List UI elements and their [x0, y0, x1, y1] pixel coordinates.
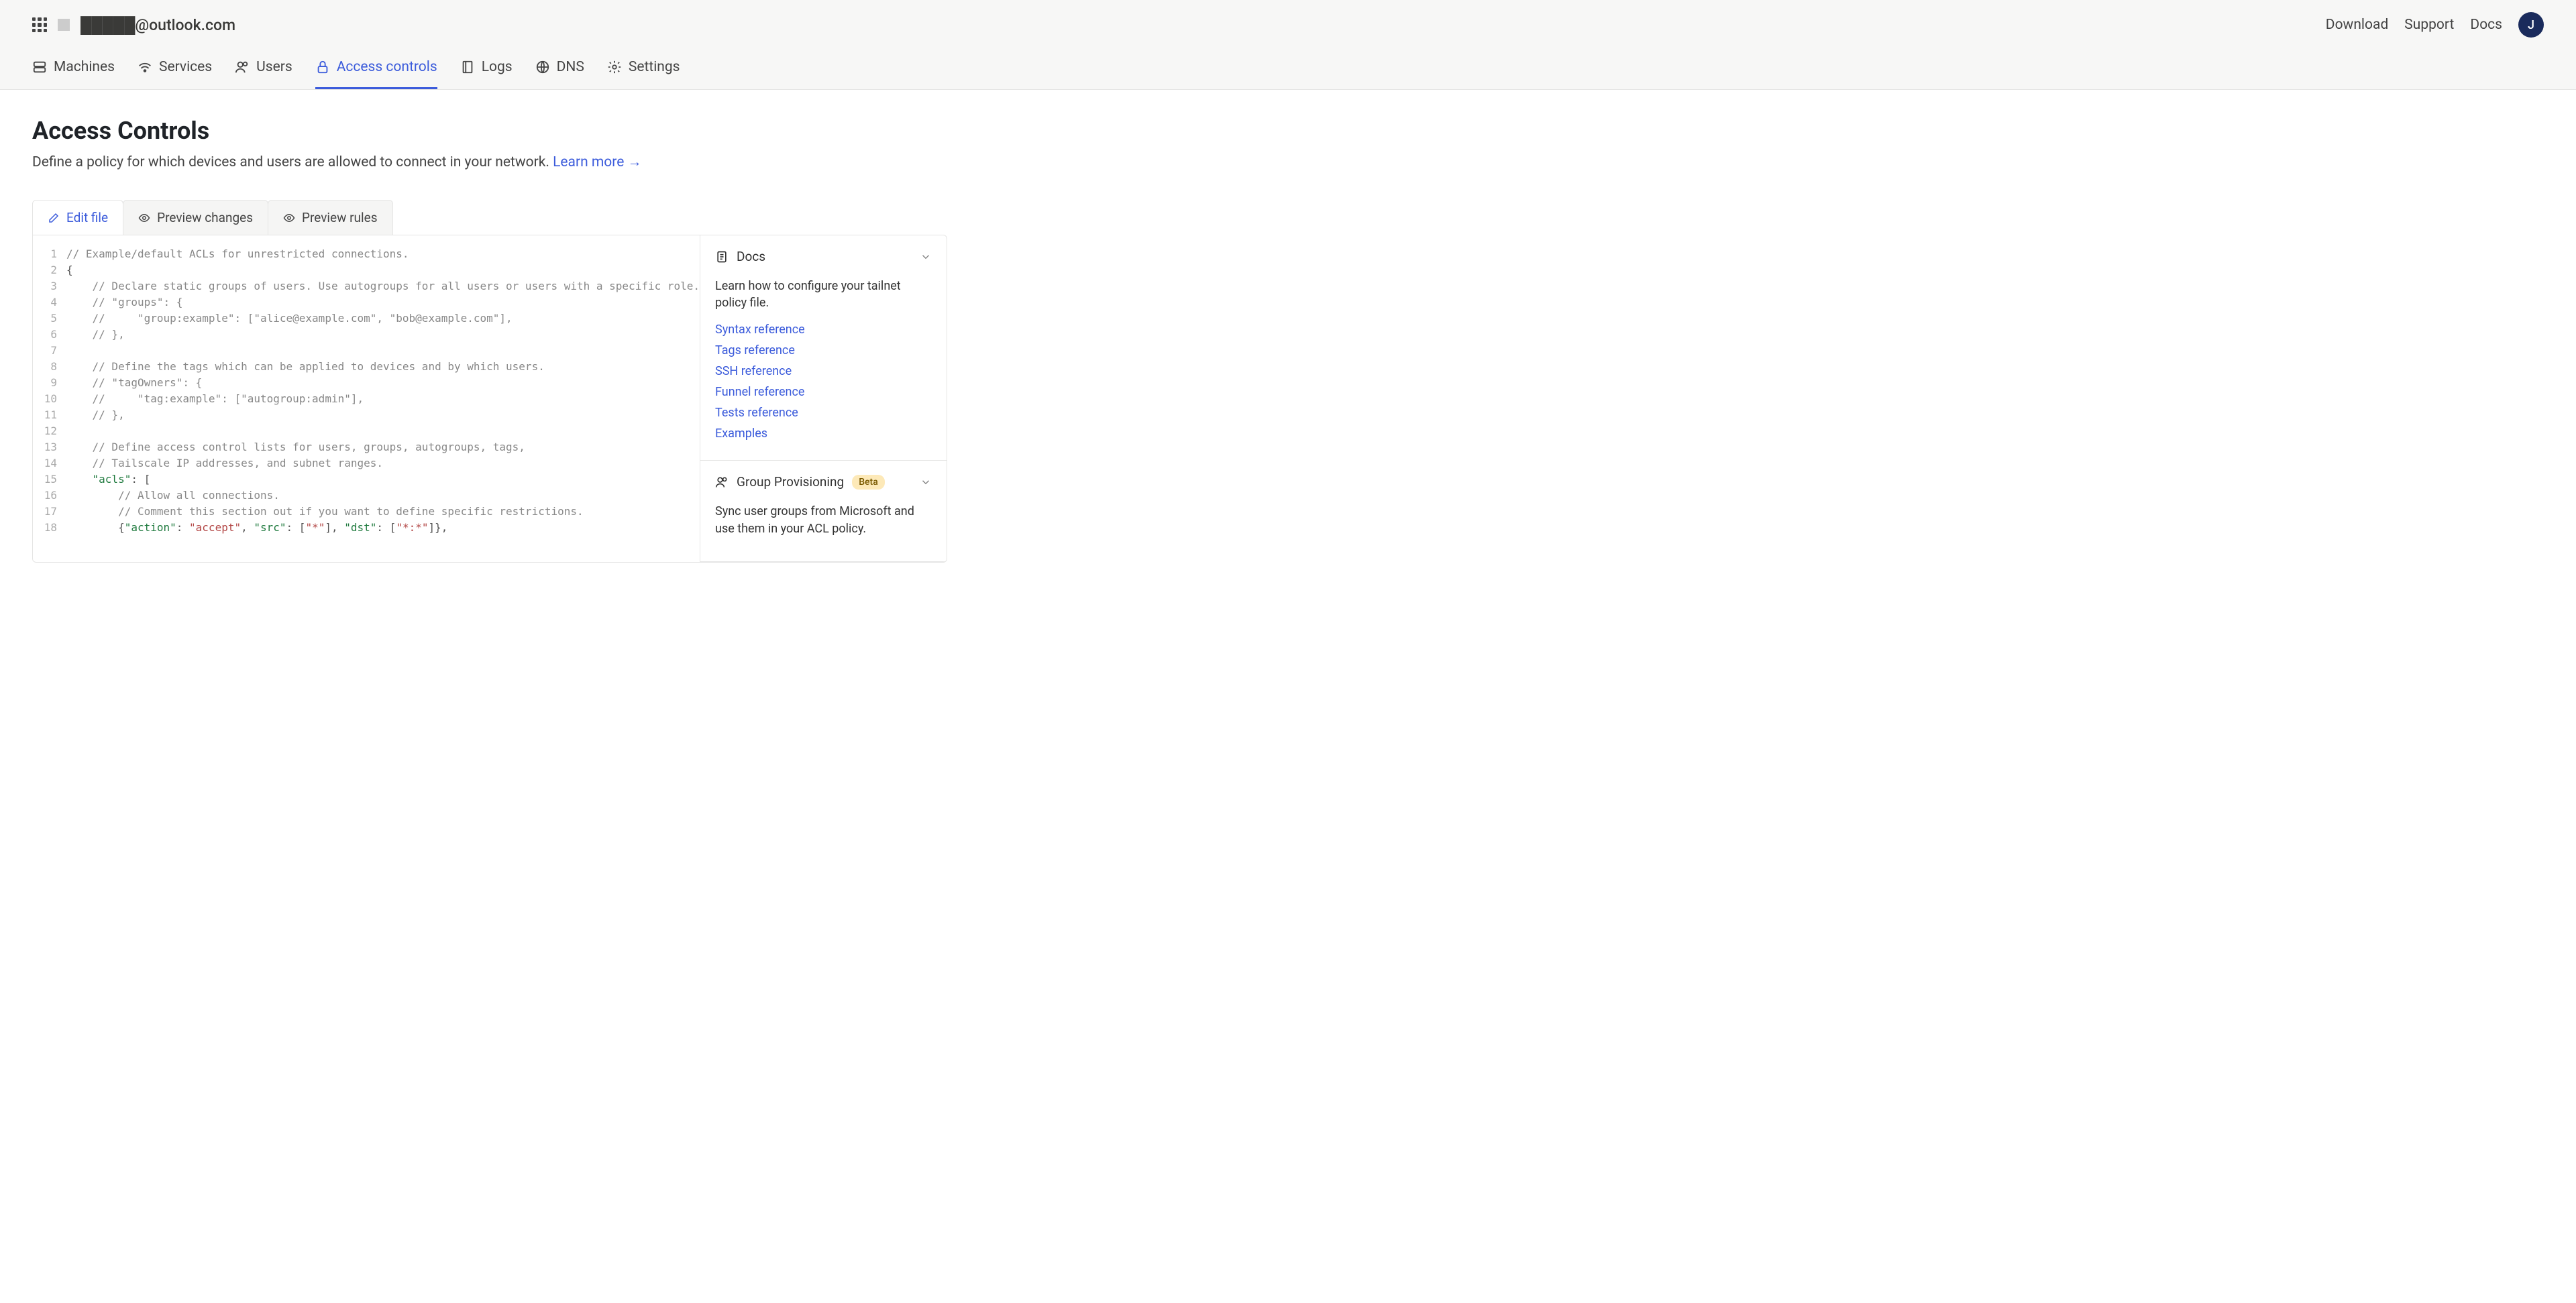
file-icon — [715, 250, 729, 264]
code-line[interactable]: 14 // Tailscale IP addresses, and subnet… — [33, 455, 700, 471]
tab-label: Edit file — [66, 210, 108, 225]
link-examples[interactable]: Examples — [715, 424, 932, 443]
nav-label: Machines — [54, 59, 115, 75]
book-icon — [460, 60, 475, 74]
nav-users[interactable]: Users — [235, 59, 292, 89]
avatar[interactable]: J — [2518, 12, 2544, 38]
nav-services[interactable]: Services — [138, 59, 212, 89]
code-line[interactable]: 13 // Define access control lists for us… — [33, 439, 700, 455]
tab-edit-file[interactable]: Edit file — [32, 200, 123, 235]
globe-icon — [535, 60, 550, 74]
tab-preview-changes[interactable]: Preview changes — [123, 200, 268, 235]
gear-icon — [607, 60, 622, 74]
link-tests-reference[interactable]: Tests reference — [715, 404, 932, 422]
code-line[interactable]: 11 // }, — [33, 407, 700, 423]
page-title: Access Controls — [32, 117, 947, 145]
nav-label: DNS — [557, 59, 584, 75]
nav-label: Access controls — [337, 59, 437, 75]
sidebar-section-title: Docs — [737, 249, 765, 264]
learn-more-link[interactable]: Learn more → — [553, 154, 641, 170]
code-line[interactable]: 16 // Allow all connections. — [33, 488, 700, 504]
apps-menu-icon[interactable] — [32, 17, 47, 32]
nav-dns[interactable]: DNS — [535, 59, 584, 89]
lock-icon — [315, 60, 330, 74]
code-line[interactable]: 2{ — [33, 262, 700, 278]
code-line[interactable]: 1// Example/default ACLs for unrestricte… — [33, 246, 700, 262]
docs-link[interactable]: Docs — [2470, 17, 2502, 33]
download-link[interactable]: Download — [2326, 17, 2389, 33]
eye-icon — [283, 212, 295, 224]
sidebar-docs-blurb: Learn how to configure your tailnet poli… — [715, 278, 932, 311]
nav-label: Settings — [629, 59, 680, 75]
nav-logs[interactable]: Logs — [460, 59, 513, 89]
code-line[interactable]: 10 // "tag:example": ["autogroup:admin"]… — [33, 391, 700, 407]
nav-access-controls[interactable]: Access controls — [315, 59, 437, 89]
org-name[interactable]: █████@outlook.com — [80, 16, 235, 34]
server-icon — [32, 60, 47, 74]
edit-icon — [48, 212, 60, 224]
page-description: Define a policy for which devices and us… — [32, 154, 947, 170]
sidebar-section-title: Group Provisioning — [737, 474, 844, 490]
link-syntax-reference[interactable]: Syntax reference — [715, 321, 932, 339]
code-line[interactable]: 3 // Declare static groups of users. Use… — [33, 278, 700, 294]
code-line[interactable]: 12 — [33, 423, 700, 439]
users-icon — [235, 60, 250, 74]
tab-label: Preview rules — [302, 210, 378, 225]
sidebar-group-provisioning-header[interactable]: Group Provisioning Beta — [700, 461, 947, 503]
org-logo — [58, 19, 70, 31]
wifi-icon — [138, 60, 152, 74]
link-ssh-reference[interactable]: SSH reference — [715, 362, 932, 380]
chevron-down-icon — [920, 476, 932, 488]
code-line[interactable]: 8 // Define the tags which can be applie… — [33, 359, 700, 375]
nav-label: Services — [159, 59, 212, 75]
tab-label: Preview changes — [157, 210, 253, 225]
sidebar-group-prov-blurb: Sync user groups from Microsoft and use … — [715, 503, 932, 536]
acl-editor[interactable]: 1// Example/default ACLs for unrestricte… — [33, 235, 700, 562]
code-line[interactable]: 15 "acls": [ — [33, 471, 700, 488]
nav-machines[interactable]: Machines — [32, 59, 115, 89]
nav-label: Users — [256, 59, 292, 75]
code-line[interactable]: 17 // Comment this section out if you wa… — [33, 504, 700, 520]
link-funnel-reference[interactable]: Funnel reference — [715, 383, 932, 401]
chevron-down-icon — [920, 251, 932, 263]
code-line[interactable]: 7 — [33, 343, 700, 359]
tab-preview-rules[interactable]: Preview rules — [268, 200, 393, 235]
link-tags-reference[interactable]: Tags reference — [715, 341, 932, 359]
code-line[interactable]: 18 {"action": "accept", "src": ["*"], "d… — [33, 520, 700, 536]
code-line[interactable]: 4 // "groups": { — [33, 294, 700, 310]
code-line[interactable]: 9 // "tagOwners": { — [33, 375, 700, 391]
eye-icon — [138, 212, 150, 224]
code-line[interactable]: 6 // }, — [33, 327, 700, 343]
support-link[interactable]: Support — [2404, 17, 2454, 33]
sidebar-docs-header[interactable]: Docs — [700, 235, 947, 278]
beta-badge: Beta — [852, 475, 885, 490]
nav-label: Logs — [482, 59, 513, 75]
code-line[interactable]: 5 // "group:example": ["alice@example.co… — [33, 310, 700, 327]
nav-settings[interactable]: Settings — [607, 59, 680, 89]
users-icon — [715, 475, 729, 489]
